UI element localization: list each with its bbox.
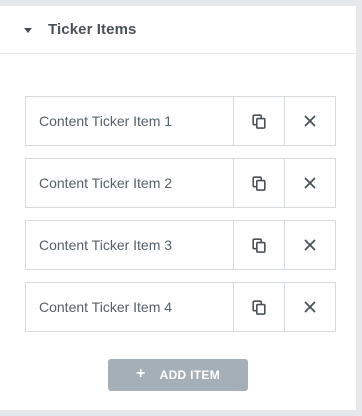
section-header[interactable]: Ticker Items [0,6,356,54]
remove-button[interactable] [284,97,335,145]
add-item-label: ADD ITEM [159,368,221,382]
copy-icon [252,175,266,191]
add-item-wrap: + ADD ITEM [0,359,356,391]
copy-icon [252,113,266,129]
add-item-button[interactable]: + ADD ITEM [108,359,248,391]
remove-button[interactable] [284,283,335,331]
section-title: Ticker Items [48,21,137,38]
caret-down-icon[interactable] [24,27,32,33]
close-icon [304,177,316,189]
plus-icon: + [135,365,146,382]
repeater-item: Content Ticker Item 4 [25,282,336,332]
close-icon [304,239,316,251]
close-icon [304,115,316,127]
repeater-item-title[interactable]: Content Ticker Item 2 [26,159,233,207]
repeater-item: Content Ticker Item 3 [25,220,336,270]
close-icon [304,301,316,313]
duplicate-button[interactable] [233,283,284,331]
repeater-item-title[interactable]: Content Ticker Item 3 [26,221,233,269]
repeater-item-title[interactable]: Content Ticker Item 1 [26,97,233,145]
duplicate-button[interactable] [233,97,284,145]
remove-button[interactable] [284,159,335,207]
repeater-item: Content Ticker Item 1 [25,96,336,146]
repeater-items: Content Ticker Item 1 Content Ticker Ite… [25,96,336,344]
duplicate-button[interactable] [233,221,284,269]
repeater-item-title[interactable]: Content Ticker Item 4 [26,283,233,331]
repeater-item: Content Ticker Item 2 [25,158,336,208]
copy-icon [252,299,266,315]
duplicate-button[interactable] [233,159,284,207]
copy-icon [252,237,266,253]
remove-button[interactable] [284,221,335,269]
